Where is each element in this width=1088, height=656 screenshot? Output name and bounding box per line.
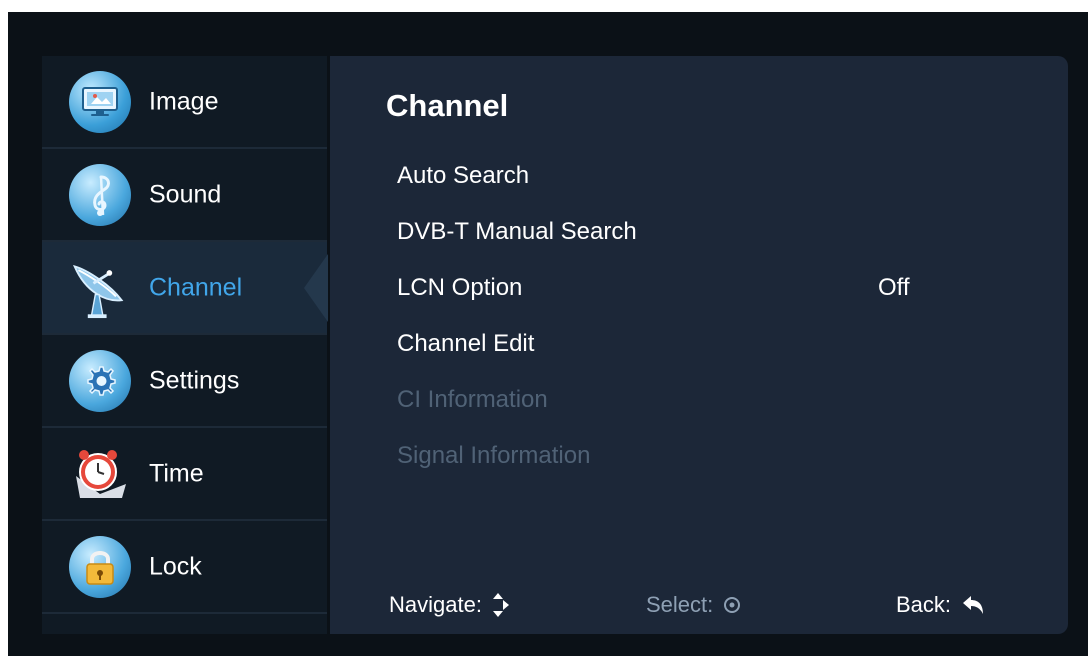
navigate-label: Navigate: [389,592,482,617]
navigate-hint: Navigate: [389,585,510,625]
sidebar-item-channel[interactable]: Channel [42,242,328,335]
menu-item-label: Signal Information [397,442,591,469]
select-hint: Select: [646,585,741,625]
satellite-dish-icon [69,257,131,319]
menu-item-label: Channel Edit [397,330,535,357]
monitor-icon [69,70,131,133]
menu-item-channel-edit[interactable]: Channel Edit [397,324,987,364]
sidebar-item-label: Sound [149,180,222,208]
sidebar-item-sound[interactable]: Sound [42,149,327,242]
padlock-icon [69,535,131,598]
menu-item-label: DVB-T Manual Search [397,218,637,245]
select-circle-icon [724,597,741,613]
sidebar-item-label: Channel [149,273,243,301]
back-label: Back: [896,592,952,617]
sidebar-item-label: Image [149,87,219,115]
sidebar-item-time[interactable]: Time [42,428,327,521]
page-title: Channel [386,88,509,123]
active-indicator-arrow [304,254,328,322]
sidebar-menu: Image Sound Channel Settings Time Lock [42,56,328,634]
select-label: Select: [646,592,714,617]
lcn-option-value: Off [878,274,910,301]
music-note-icon [69,163,131,226]
sidebar-item-lock[interactable]: Lock [42,521,327,614]
back-arrow-icon [963,596,984,614]
sidebar-item-label: Lock [149,552,202,580]
sidebar-item-image[interactable]: Image [42,56,327,149]
footer-hints: Navigate: Select: Back: [330,585,1068,625]
sidebar-item-settings[interactable]: Settings [42,335,327,428]
menu-item-ci-information: CI Information [397,380,987,420]
navigate-arrows-icon [492,593,509,617]
sidebar-item-label: Time [149,459,204,487]
gear-icon [69,349,131,412]
menu-item-label: LCN Option [397,274,523,301]
menu-item-signal-information: Signal Information [397,436,987,476]
menu-item-label: CI Information [397,386,548,413]
menu-item-dvbt-manual-search[interactable]: DVB-T Manual Search [397,212,987,252]
sidebar-item-label: Settings [149,366,240,394]
menu-item-auto-search[interactable]: Auto Search [397,156,987,196]
alarm-clock-icon [69,443,131,505]
menu-item-label: Auto Search [397,162,530,189]
channel-panel: Channel Auto Search DVB-T Manual Search … [330,56,1068,634]
back-hint: Back: [896,585,985,625]
menu-item-lcn-option[interactable]: LCN Option Off [397,268,987,308]
